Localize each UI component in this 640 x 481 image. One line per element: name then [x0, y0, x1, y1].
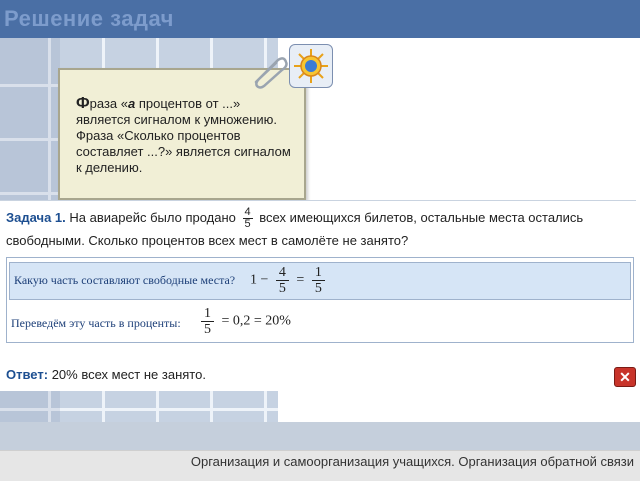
solution-step-2: Переведём эту часть в проценты: 15 = 0,2…: [11, 306, 631, 340]
solution-step-1: Какую часть составляют свободные места? …: [9, 262, 631, 300]
task-text-before: На авиарейс было продано: [69, 210, 236, 225]
step1-frac-num: 4: [275, 265, 289, 281]
solution-box: Какую часть составляют свободные места? …: [6, 257, 634, 343]
step2-frac-num: 1: [201, 306, 214, 322]
paperclip-icon: [254, 57, 288, 89]
step1-frac-den: 5: [278, 281, 286, 296]
step1-equals: =: [296, 272, 305, 288]
step1-frac: 45: [275, 265, 289, 296]
step2-question: Переведём эту часть в проценты:: [11, 316, 181, 330]
hint-text: Фраза «a процентов от ...» является сигн…: [76, 96, 296, 176]
step2-frac: 15: [201, 306, 214, 337]
header-bar: Решение задач: [0, 0, 640, 38]
task-label: Задача 1.: [6, 210, 66, 225]
task-statement: Задача 1. На авиарейс было продано 45 вс…: [6, 207, 630, 252]
footer-text: Организация и самоорганизация учащихся. …: [190, 454, 634, 469]
hint-initial: Ф: [76, 95, 90, 112]
task-frac-den: 5: [244, 218, 251, 231]
step2-rest: = 0,2 = 20%: [221, 313, 291, 329]
step1-res-num: 1: [311, 265, 325, 281]
answer-text: 20% всех мест не занято.: [51, 367, 206, 382]
footer-strip: [0, 422, 640, 450]
step1-math: 1 − 45 = 15: [250, 265, 329, 296]
answer-line: Ответ: 20% всех мест не занято.: [6, 367, 206, 382]
step1-question: Какую часть составляют свободные места?: [14, 273, 236, 287]
page-title: Решение задач: [4, 6, 174, 31]
step1-one-minus: 1 −: [250, 272, 269, 288]
answer-label: Ответ:: [6, 367, 49, 382]
footer-bar: Организация и самоорганизация учащихся. …: [0, 450, 640, 481]
sun-icon-button[interactable]: [289, 44, 333, 88]
hint-part1: раза «: [89, 96, 129, 111]
sun-icon: [294, 49, 328, 83]
close-button[interactable]: ✕: [614, 367, 636, 387]
step1-result-frac: 15: [311, 265, 325, 296]
task-fraction: 45: [242, 207, 253, 231]
task-panel: Задача 1. На авиарейс было продано 45 вс…: [0, 200, 636, 391]
step2-math: 15 = 0,2 = 20%: [197, 306, 291, 337]
step2-frac-den: 5: [204, 322, 211, 337]
step1-res-den: 5: [314, 281, 322, 296]
